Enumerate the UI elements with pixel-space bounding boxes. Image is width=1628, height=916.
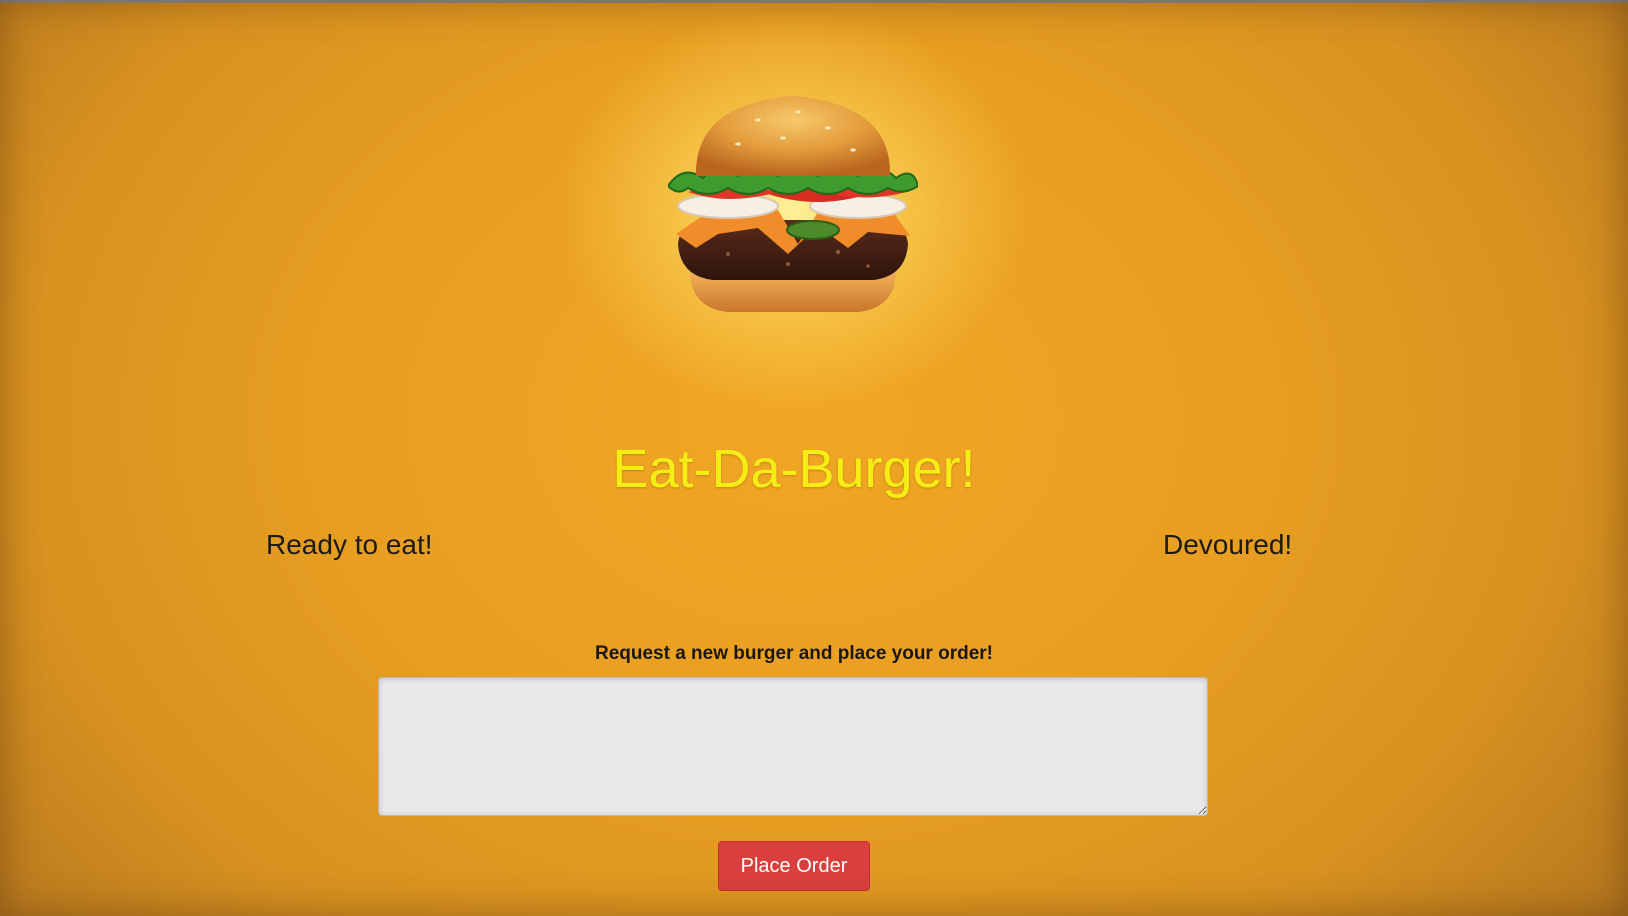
- hamburger-icon: [668, 96, 918, 312]
- page-title: Eat-Da-Burger!: [612, 439, 976, 499]
- burger-name-input[interactable]: [378, 677, 1208, 816]
- devoured-heading: Devoured!: [1163, 529, 1293, 560]
- window-top-border: [0, 0, 1628, 3]
- place-order-button[interactable]: Place Order: [718, 841, 870, 891]
- ready-to-eat-heading: Ready to eat!: [266, 529, 433, 560]
- order-form-label: Request a new burger and place your orde…: [594, 643, 994, 664]
